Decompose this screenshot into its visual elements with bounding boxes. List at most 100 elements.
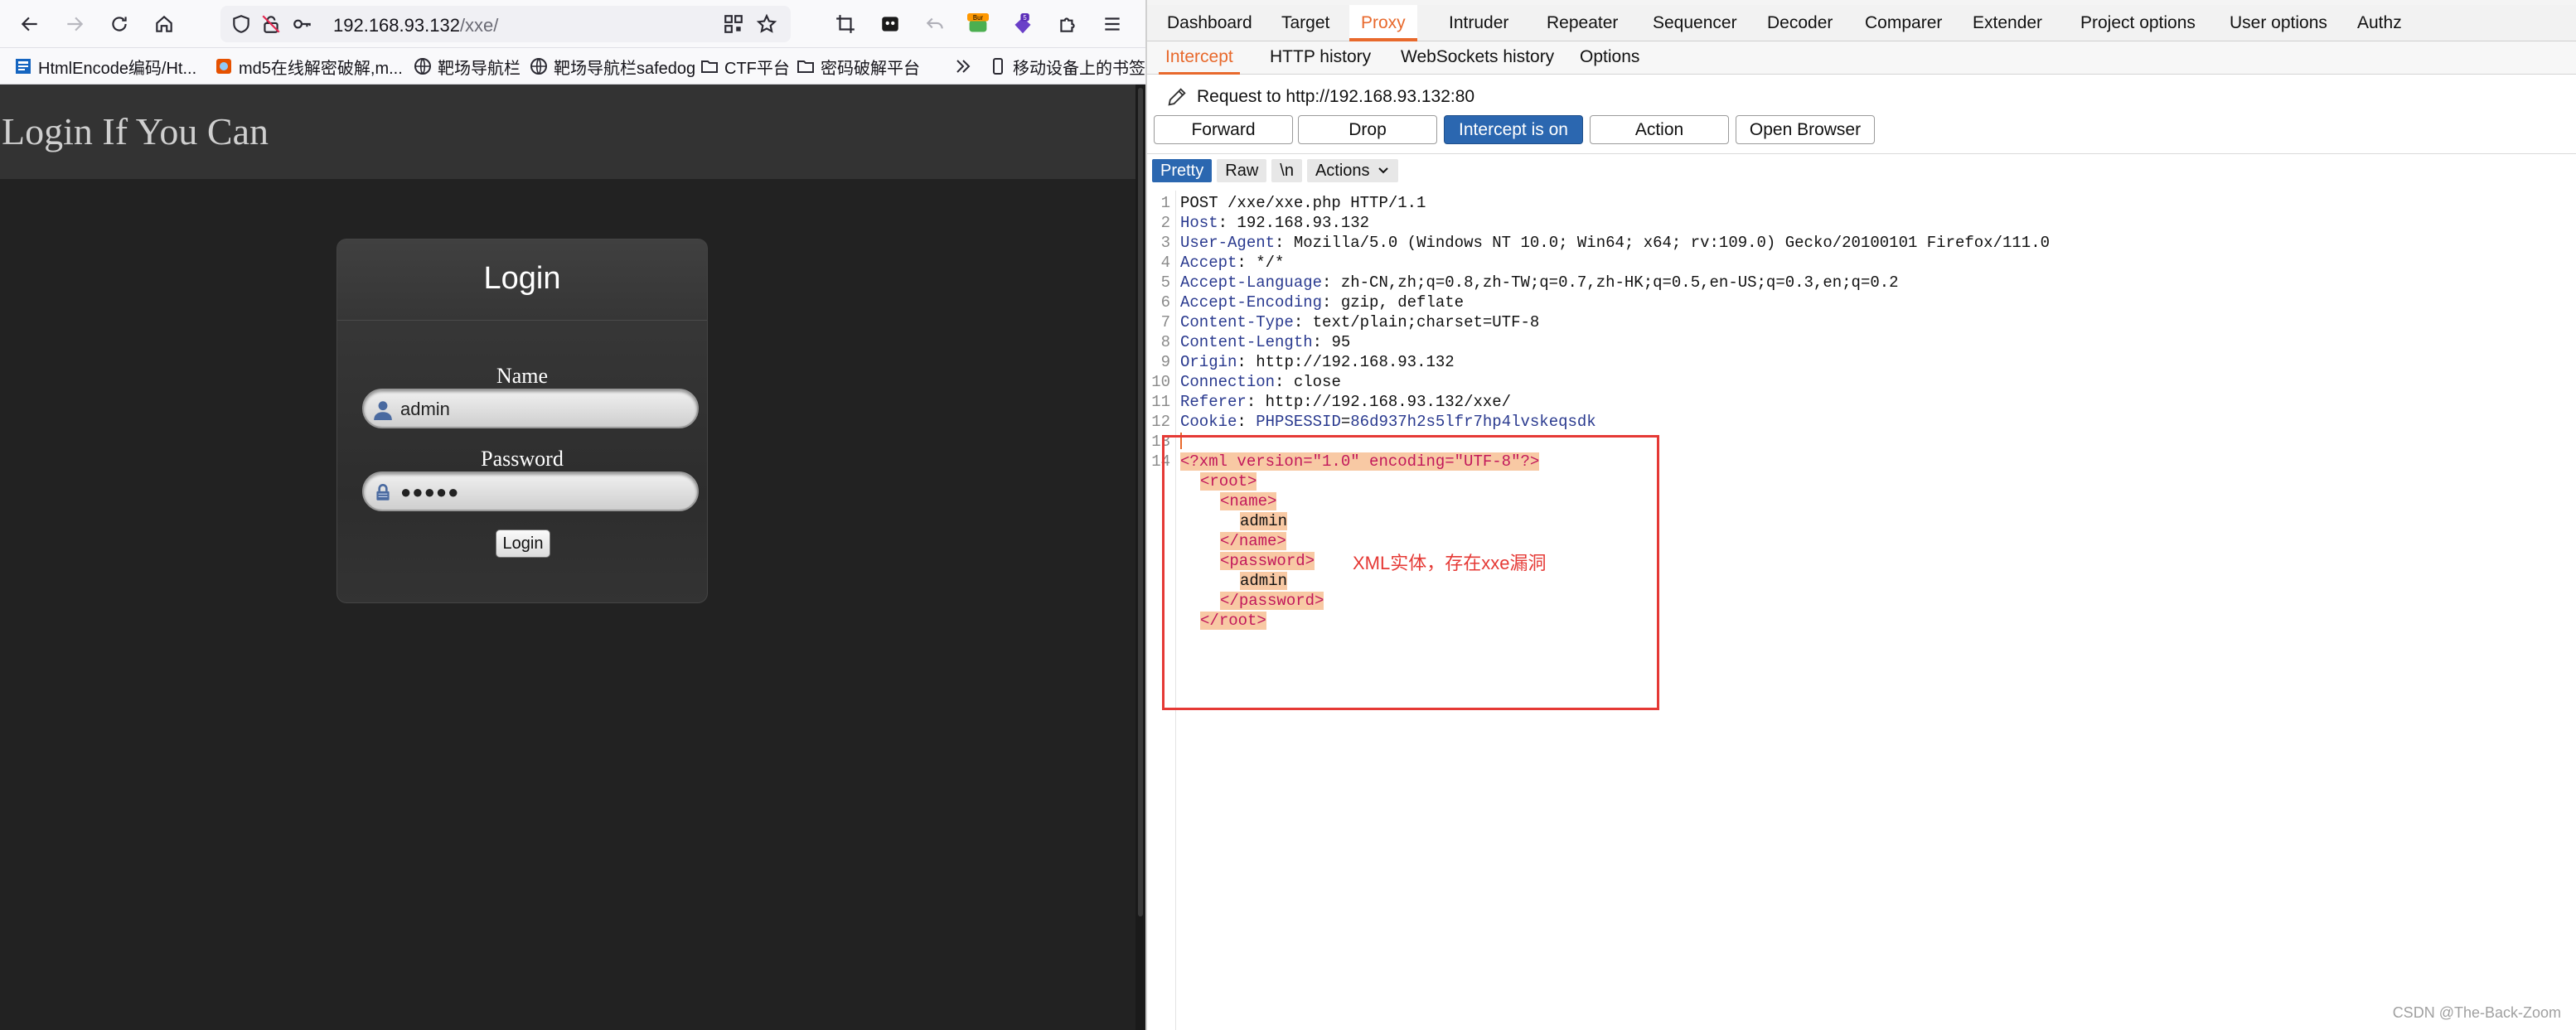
- line-number: 8: [1160, 333, 1170, 351]
- url-bar[interactable]: 192.168.93.132/xxe/: [220, 6, 791, 42]
- actions-dropdown[interactable]: Actions: [1306, 159, 1398, 182]
- extension-app-icon: [882, 17, 898, 31]
- tab-extender[interactable]: Extender: [1973, 5, 2042, 41]
- open-browser-button[interactable]: Open Browser: [1736, 115, 1875, 144]
- burp-extension-icon: Bur: [967, 13, 989, 32]
- site-title: Login If You Can: [2, 110, 269, 152]
- tab-authz[interactable]: Authz: [2357, 5, 2402, 41]
- mobile-bookmarks-folder[interactable]: 移动设备上的书签: [988, 55, 1145, 78]
- reload-button[interactable]: [103, 7, 136, 41]
- home-icon: [156, 15, 172, 32]
- login-title: Login: [483, 261, 561, 296]
- tab-dashboard[interactable]: Dashboard: [1167, 5, 1252, 41]
- line-number: 4: [1160, 254, 1170, 272]
- name-label: Name: [496, 364, 549, 388]
- burp-extension-button[interactable]: Bur: [961, 7, 995, 41]
- tab-sequencer[interactable]: Sequencer: [1653, 5, 1737, 41]
- watermark: CSDN @The-Back-Zoom: [2392, 1004, 2561, 1021]
- name-input[interactable]: admin: [362, 389, 699, 428]
- request-line: POST /xxe/xxe.php HTTP/1.1: [1180, 194, 1426, 212]
- line-number: 9: [1160, 353, 1170, 371]
- undo-button[interactable]: [918, 7, 951, 41]
- request-editor[interactable]: 1 2 3 4 5 6 7 8 9 10 11 12 13 14 POST /x…: [1147, 191, 2576, 1030]
- header-line: Origin: http://192.168.93.132: [1180, 353, 1455, 371]
- action-button[interactable]: Action: [1590, 115, 1729, 144]
- header-line: User-Agent: Mozilla/5.0 (Windows NT 10.0…: [1180, 234, 2050, 252]
- tab-decoder[interactable]: Decoder: [1767, 5, 1833, 41]
- page-scrollbar[interactable]: [1135, 85, 1145, 1030]
- page-icon: [16, 59, 31, 74]
- request-target: Request to http://192.168.93.132:80: [1165, 85, 1474, 109]
- raw-view-button[interactable]: Raw: [1217, 159, 1267, 182]
- globe-icon: [530, 58, 547, 75]
- bookmark-item[interactable]: md5在线解密破解,m...: [214, 55, 403, 78]
- home-button[interactable]: [148, 7, 181, 41]
- diamond-extension-icon: 5: [1014, 13, 1031, 34]
- extension-button[interactable]: [874, 7, 907, 41]
- more-bookmarks-button[interactable]: [953, 55, 978, 78]
- tab-intercept[interactable]: Intercept: [1159, 41, 1240, 75]
- arrow-right-icon: [67, 17, 84, 31]
- login-form: Login Name admin Password ●●●●● Login: [337, 239, 708, 603]
- svg-text:Bur: Bur: [973, 14, 984, 22]
- tab-comparer[interactable]: Comparer: [1865, 5, 1942, 41]
- site-header: Login If You Can: [0, 85, 1135, 179]
- tab-websockets-history[interactable]: WebSockets history: [1401, 41, 1554, 75]
- line-number: 3: [1160, 234, 1170, 252]
- shield-icon: [233, 15, 249, 33]
- main-tab-bar: Dashboard Target Proxy Intruder Repeater…: [1147, 5, 2576, 41]
- bookmark-item[interactable]: 靶场导航栏safedog: [529, 55, 695, 78]
- chevron-double-right-icon: [956, 60, 971, 73]
- intercept-toggle-button[interactable]: Intercept is on: [1444, 115, 1583, 144]
- extensions-menu-button[interactable]: [1051, 7, 1084, 41]
- login-header: Login: [337, 239, 707, 321]
- firefox-window: 192.168.93.132/xxe/ Bur 5 HtmlEncode编码/H…: [0, 0, 1145, 1030]
- bookmark-item[interactable]: HtmlEncode编码/Ht...: [13, 55, 196, 78]
- key-icon: [293, 19, 311, 29]
- tab-options[interactable]: Options: [1580, 41, 1639, 75]
- line-number: 7: [1160, 313, 1170, 331]
- password-input[interactable]: ●●●●●: [362, 471, 699, 511]
- line-number: 1: [1160, 194, 1170, 212]
- line-number: 2: [1160, 214, 1170, 232]
- back-button[interactable]: [13, 7, 46, 41]
- puzzle-icon: [1060, 17, 1075, 32]
- undo-icon: [926, 17, 943, 29]
- tab-repeater[interactable]: Repeater: [1547, 5, 1618, 41]
- proxy-sub-tab-bar: Intercept HTTP history WebSockets histor…: [1147, 41, 2576, 75]
- bookmark-star-icon[interactable]: [756, 13, 777, 35]
- screenshot-button[interactable]: [829, 7, 862, 41]
- tab-http-history[interactable]: HTTP history: [1270, 41, 1371, 75]
- show-newlines-button[interactable]: \n: [1271, 159, 1302, 182]
- chevron-down-icon: [1378, 167, 1388, 174]
- tab-intruder[interactable]: Intruder: [1449, 5, 1508, 41]
- lock-icon: [376, 484, 390, 500]
- divider: [1147, 153, 2576, 154]
- hackbar-extension-button[interactable]: 5: [1006, 7, 1039, 41]
- tab-project-options[interactable]: Project options: [2080, 5, 2196, 41]
- mobile-icon: [993, 58, 1003, 75]
- navigation-toolbar: 192.168.93.132/xxe/ Bur 5: [0, 0, 1145, 48]
- header-line: Host: 192.168.93.132: [1180, 214, 1370, 232]
- tab-target[interactable]: Target: [1281, 5, 1329, 41]
- header-line: Accept-Encoding: gzip, deflate: [1180, 293, 1465, 312]
- login-button[interactable]: Login: [496, 530, 550, 558]
- tab-proxy[interactable]: Proxy: [1349, 5, 1417, 41]
- insecure-lock-icon: [262, 15, 280, 33]
- scrollbar-thumb[interactable]: [1138, 88, 1143, 916]
- header-line: Accept: */*: [1180, 254, 1285, 272]
- pretty-view-button[interactable]: Pretty: [1152, 159, 1213, 182]
- forward-button[interactable]: Forward: [1154, 115, 1293, 144]
- web-content: Login If You Can Login Name admin Passwo…: [0, 85, 1145, 1030]
- line-number: 11: [1151, 393, 1170, 411]
- bookmark-folder[interactable]: CTF平台: [700, 55, 790, 78]
- app-menu-button[interactable]: [1096, 7, 1129, 41]
- bookmark-folder[interactable]: 密码破解平台: [796, 55, 920, 78]
- tab-user-options[interactable]: User options: [2230, 5, 2327, 41]
- burp-suite-window: Dashboard Target Proxy Intruder Repeater…: [1145, 0, 2576, 1030]
- drop-button[interactable]: Drop: [1298, 115, 1437, 144]
- cookie-line: Cookie: PHPSESSID=86d937h2s5lfr7hp4lvske…: [1180, 413, 1596, 431]
- bookmark-item[interactable]: 靶场导航栏: [413, 55, 521, 78]
- qr-code-icon[interactable]: [723, 13, 744, 35]
- forward-button[interactable]: [58, 7, 91, 41]
